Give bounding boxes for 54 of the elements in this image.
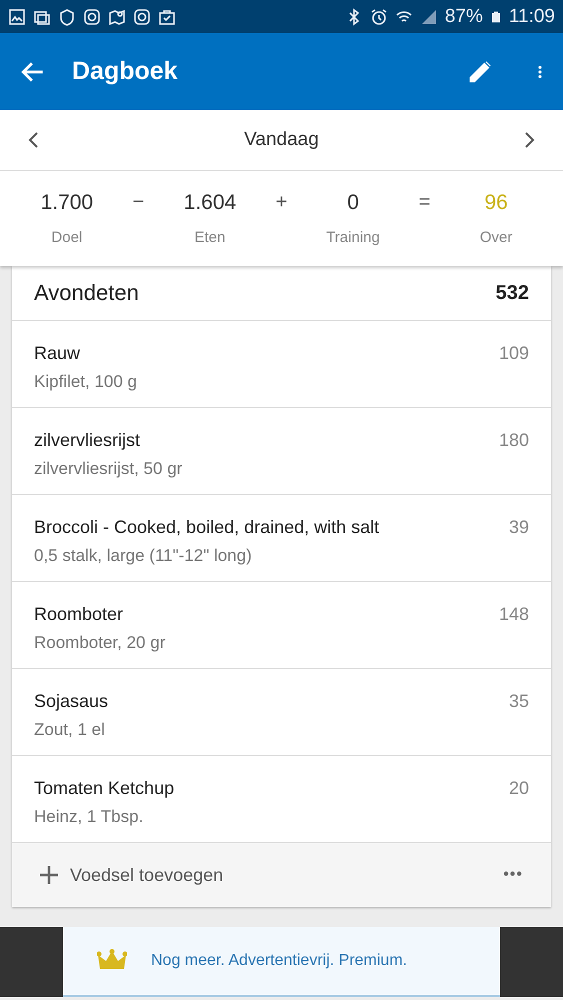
shield-icon: [58, 8, 76, 26]
operator-symbol: +: [276, 191, 288, 214]
add-food-button[interactable]: Voedsel toevoegen: [38, 864, 224, 886]
food-name: Rauw: [34, 343, 82, 364]
calorie-value: 0: [347, 191, 359, 215]
food-portion: Roomboter, 20 gr: [34, 633, 166, 653]
battery-percentage: 87%: [444, 6, 483, 28]
food-name: zilvervliesrijst: [34, 430, 142, 451]
food-name: Roomboter: [34, 604, 124, 625]
plus-icon: [38, 864, 60, 886]
ad-banner[interactable]: Nog meer. Advertentievrij. Premium.: [63, 927, 500, 997]
food-portion: Kipfilet, 100 g: [34, 372, 138, 392]
food-calories: 148: [498, 604, 529, 626]
food-name: Sojasaus: [34, 691, 108, 712]
pencil-icon[interactable]: [467, 58, 493, 84]
meal-title: Avondeten: [34, 280, 139, 306]
food-calories: 109: [498, 343, 529, 365]
calorie-value: 96: [484, 191, 508, 215]
food-portion: Zout, 1 el: [34, 720, 106, 740]
food-entry[interactable]: Broccoli - Cooked, boiled, drained, with salt 0,5 stalk, large (11"-12" long) 39: [12, 495, 551, 582]
food-entry[interactable]: zilvervliesrijst zilvervliesrijst, 50 gr 180: [12, 408, 551, 495]
calorie-label: Eten: [194, 229, 226, 246]
signal-icon: [420, 8, 438, 26]
food-portion: zilvervliesrijst, 50 gr: [34, 459, 182, 479]
camera-icon: [83, 8, 101, 26]
food-name: Broccoli - Cooked, boiled, drained, with salt: [34, 517, 380, 538]
food-entry[interactable]: Roomboter Roomboter, 20 gr 148: [12, 582, 551, 669]
food-entry[interactable]: Sojasaus Zout, 1 el 35: [12, 669, 551, 756]
food-entry[interactable]: Rauw Kipfilet, 100 g 109: [12, 321, 551, 408]
ad-text: Nog meer. Advertentievrij. Premium.: [151, 952, 408, 970]
image-icon: [8, 8, 26, 26]
alarm-icon: [370, 8, 388, 26]
operator-symbol: −: [132, 191, 144, 214]
calorie-label: Training: [326, 229, 380, 246]
briefcase-icon: [158, 8, 176, 26]
clock-time: 11:09: [508, 6, 555, 28]
more-button[interactable]: •••: [497, 865, 529, 885]
food-portion: Heinz, 1 Tbsp.: [34, 807, 144, 827]
food-calories: 39: [508, 517, 529, 539]
food-calories: 20: [508, 778, 529, 800]
operator-symbol: =: [418, 191, 430, 214]
food-calories: 35: [508, 691, 529, 713]
calorie-label: Over: [480, 229, 512, 246]
food-calories: 180: [498, 430, 529, 452]
calorie-value: 1.700: [40, 191, 94, 215]
meal-total: 532: [496, 282, 529, 304]
camera-icon: [133, 8, 151, 26]
map-pin-icon: [108, 8, 126, 26]
calorie-value: 1.604: [184, 191, 236, 215]
food-name: Tomaten Ketchup: [34, 778, 174, 799]
date-label: Vandaag: [244, 129, 319, 151]
calorie-label: Doel: [51, 229, 82, 246]
food-portion: 0,5 stalk, large (11"-12" long): [34, 546, 253, 566]
screen-title: Dagboek: [72, 57, 179, 86]
